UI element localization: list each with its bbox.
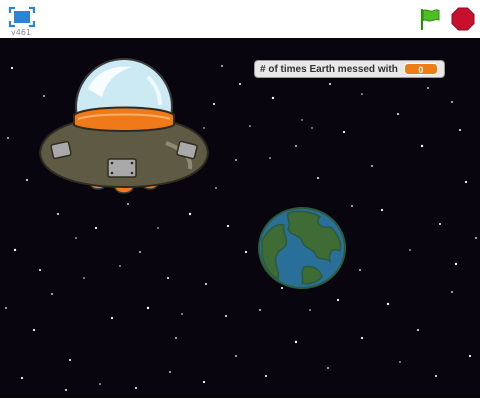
variable-monitor[interactable]: # of times Earth messed with 0 <box>254 60 445 78</box>
earth-sprite[interactable] <box>258 207 348 289</box>
fullscreen-button[interactable] <box>8 6 36 28</box>
player-toolbar: v461 <box>0 0 480 38</box>
stop-button[interactable] <box>451 7 475 31</box>
stage[interactable]: # of times Earth messed with 0 <box>0 38 480 398</box>
variable-monitor-value: 0 <box>403 63 438 75</box>
green-flag-button[interactable] <box>418 7 442 31</box>
stop-sign-icon <box>451 7 475 31</box>
ufo-sprite[interactable] <box>36 57 210 197</box>
version-label: v461 <box>11 28 32 37</box>
green-flag-icon <box>420 8 440 31</box>
variable-monitor-label: # of times Earth messed with <box>260 63 398 75</box>
fullscreen-icon <box>8 6 36 28</box>
